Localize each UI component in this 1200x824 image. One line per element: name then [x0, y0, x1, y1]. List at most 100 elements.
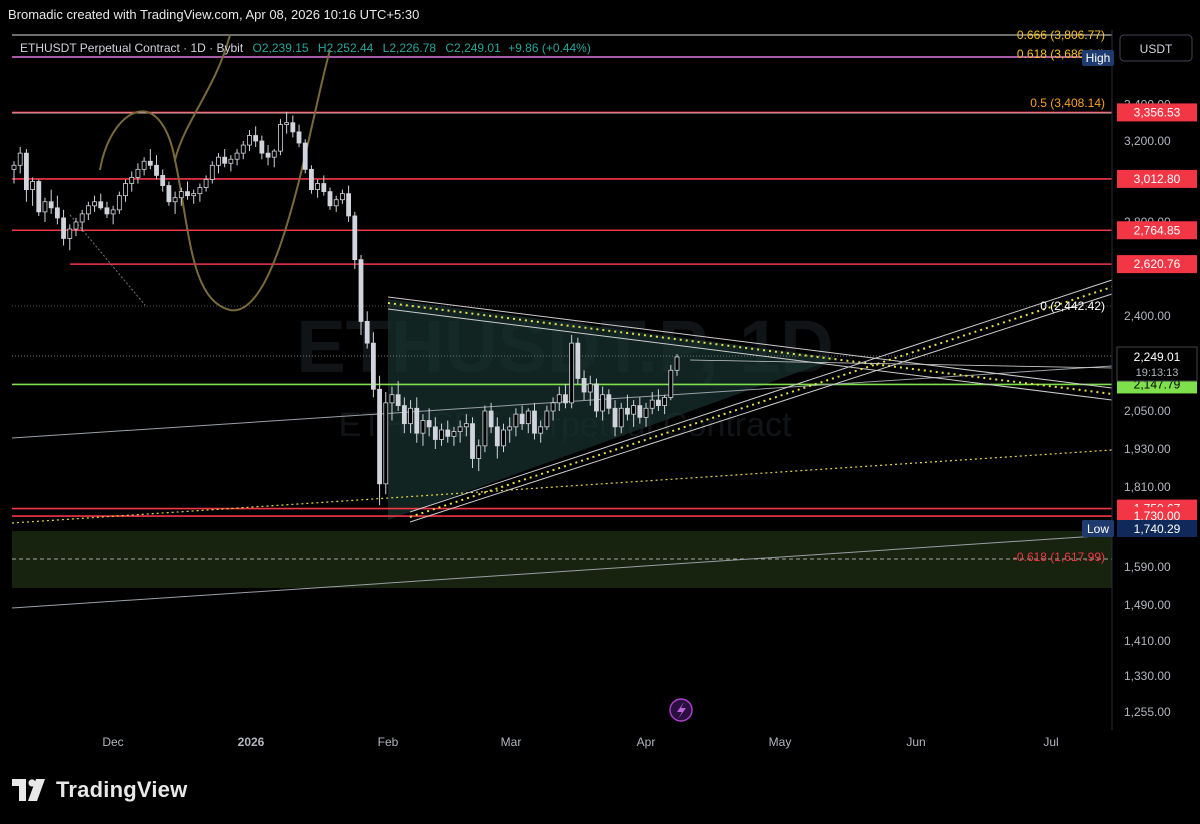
price-chart[interactable]: ETHUSDT.P, 1D ETHUSDT Perpetual Contract…	[0, 30, 1200, 760]
y-tick-label: 1,590.00	[1124, 560, 1171, 574]
high-marker-label: High	[1086, 51, 1111, 65]
candle-body	[451, 431, 457, 437]
candle-body	[494, 426, 500, 447]
low-price-label: 1,740.29	[1134, 522, 1181, 536]
candle-body	[649, 399, 655, 409]
y-tick-label: 1,255.00	[1124, 705, 1171, 719]
candle-body	[178, 191, 184, 199]
x-tick-label: Feb	[378, 735, 399, 749]
candle-body	[470, 423, 475, 459]
low-marker-label: Low	[1087, 522, 1109, 536]
candle-body	[284, 122, 290, 125]
candle-body	[259, 140, 265, 154]
legend-open: O2,239.15	[253, 41, 309, 55]
candle-body	[370, 342, 376, 390]
candle-body	[352, 215, 358, 261]
candle-body	[92, 201, 97, 207]
candle-body	[116, 195, 122, 211]
candle-body	[556, 394, 562, 404]
candle-body	[160, 175, 166, 186]
legend-high: H2,252.44	[318, 41, 374, 55]
candle-body	[414, 407, 420, 434]
candle-body	[154, 164, 159, 176]
level-price-text: 2,620.76	[1134, 257, 1181, 271]
candle-body	[321, 183, 327, 193]
candle-body	[234, 152, 240, 160]
candle-body	[656, 399, 661, 406]
level-price-text: 3,356.53	[1134, 105, 1181, 119]
tradingview-logo[interactable]: TradingView	[12, 777, 187, 803]
candle-body	[594, 383, 599, 412]
candle-body	[395, 394, 401, 406]
candle-body	[513, 413, 519, 428]
y-tick-label: 2,050.00	[1124, 404, 1171, 418]
candle-body	[42, 201, 48, 213]
candle-body	[532, 410, 537, 434]
y-tick-label: 1,930.00	[1124, 442, 1171, 456]
candle-body	[358, 259, 364, 322]
x-tick-label: Jun	[906, 735, 925, 749]
x-tick-label: Dec	[102, 735, 123, 749]
candle-body	[315, 183, 321, 190]
candle-body	[209, 164, 215, 180]
candle-body	[48, 201, 54, 209]
candle-body	[563, 394, 568, 404]
candle-body	[327, 191, 333, 207]
candle-body	[290, 122, 296, 133]
y-tick-label: 1,490.00	[1124, 598, 1171, 612]
y-tick-label: 1,330.00	[1124, 669, 1171, 683]
candle-body	[364, 321, 370, 344]
candle-body	[110, 209, 116, 215]
candle-body	[575, 342, 581, 379]
candle-body	[166, 185, 172, 203]
y-tick-label: 1,810.00	[1124, 480, 1171, 494]
tradingview-logo-icon	[12, 779, 45, 801]
attribution-text: Bromadic created with TradingView.com, A…	[8, 7, 420, 22]
candle-body	[265, 152, 271, 158]
candle-body	[73, 221, 79, 230]
tradingview-logo-text: TradingView	[56, 777, 188, 802]
candle-body	[79, 213, 85, 223]
candle-body	[185, 191, 190, 197]
y-tick-label: 1,410.00	[1124, 634, 1171, 648]
x-tick-label: Jul	[1043, 735, 1058, 749]
candle-body	[581, 378, 587, 393]
y-tick-label: 2,400.00	[1124, 309, 1171, 323]
candle-body	[278, 124, 283, 152]
footer: TradingView	[0, 760, 1200, 824]
candle-body	[544, 410, 550, 428]
candle-body	[240, 144, 246, 154]
legend-low: L2,226.78	[383, 41, 437, 55]
candle-body	[439, 429, 444, 440]
candle-body	[637, 405, 643, 418]
candle-body	[643, 407, 649, 418]
candle-body	[525, 410, 531, 425]
candle-body	[85, 205, 91, 215]
candle-body	[11, 164, 17, 170]
candle-body	[420, 420, 426, 434]
candle-body	[147, 160, 153, 166]
lightning-icon[interactable]	[669, 698, 693, 722]
candle-body	[197, 187, 203, 195]
candle-body	[30, 181, 35, 190]
candle-body	[507, 426, 513, 431]
legend-symbol: ETHUSDT Perpetual Contract · 1D · Bybit	[20, 41, 244, 55]
candle-body	[631, 405, 637, 415]
attribution-bar: Bromadic created with TradingView.com, A…	[0, 0, 1200, 30]
candle-body	[463, 423, 469, 428]
candle-body	[141, 160, 147, 170]
candle-body	[668, 369, 674, 398]
level-price-text: 3,012.80	[1134, 172, 1181, 186]
candle-body	[662, 397, 668, 406]
legend-close: C2,249.01	[445, 41, 501, 55]
candle-body	[36, 181, 42, 213]
y-tick-label: 3,200.00	[1124, 134, 1171, 148]
candle-body	[228, 158, 234, 164]
candle-body	[674, 356, 680, 371]
candle-body	[346, 193, 351, 217]
candle-body	[253, 135, 259, 142]
candle-body	[488, 410, 494, 428]
candle-body	[587, 383, 593, 393]
candle-body	[135, 168, 141, 178]
candle-body	[333, 199, 339, 207]
